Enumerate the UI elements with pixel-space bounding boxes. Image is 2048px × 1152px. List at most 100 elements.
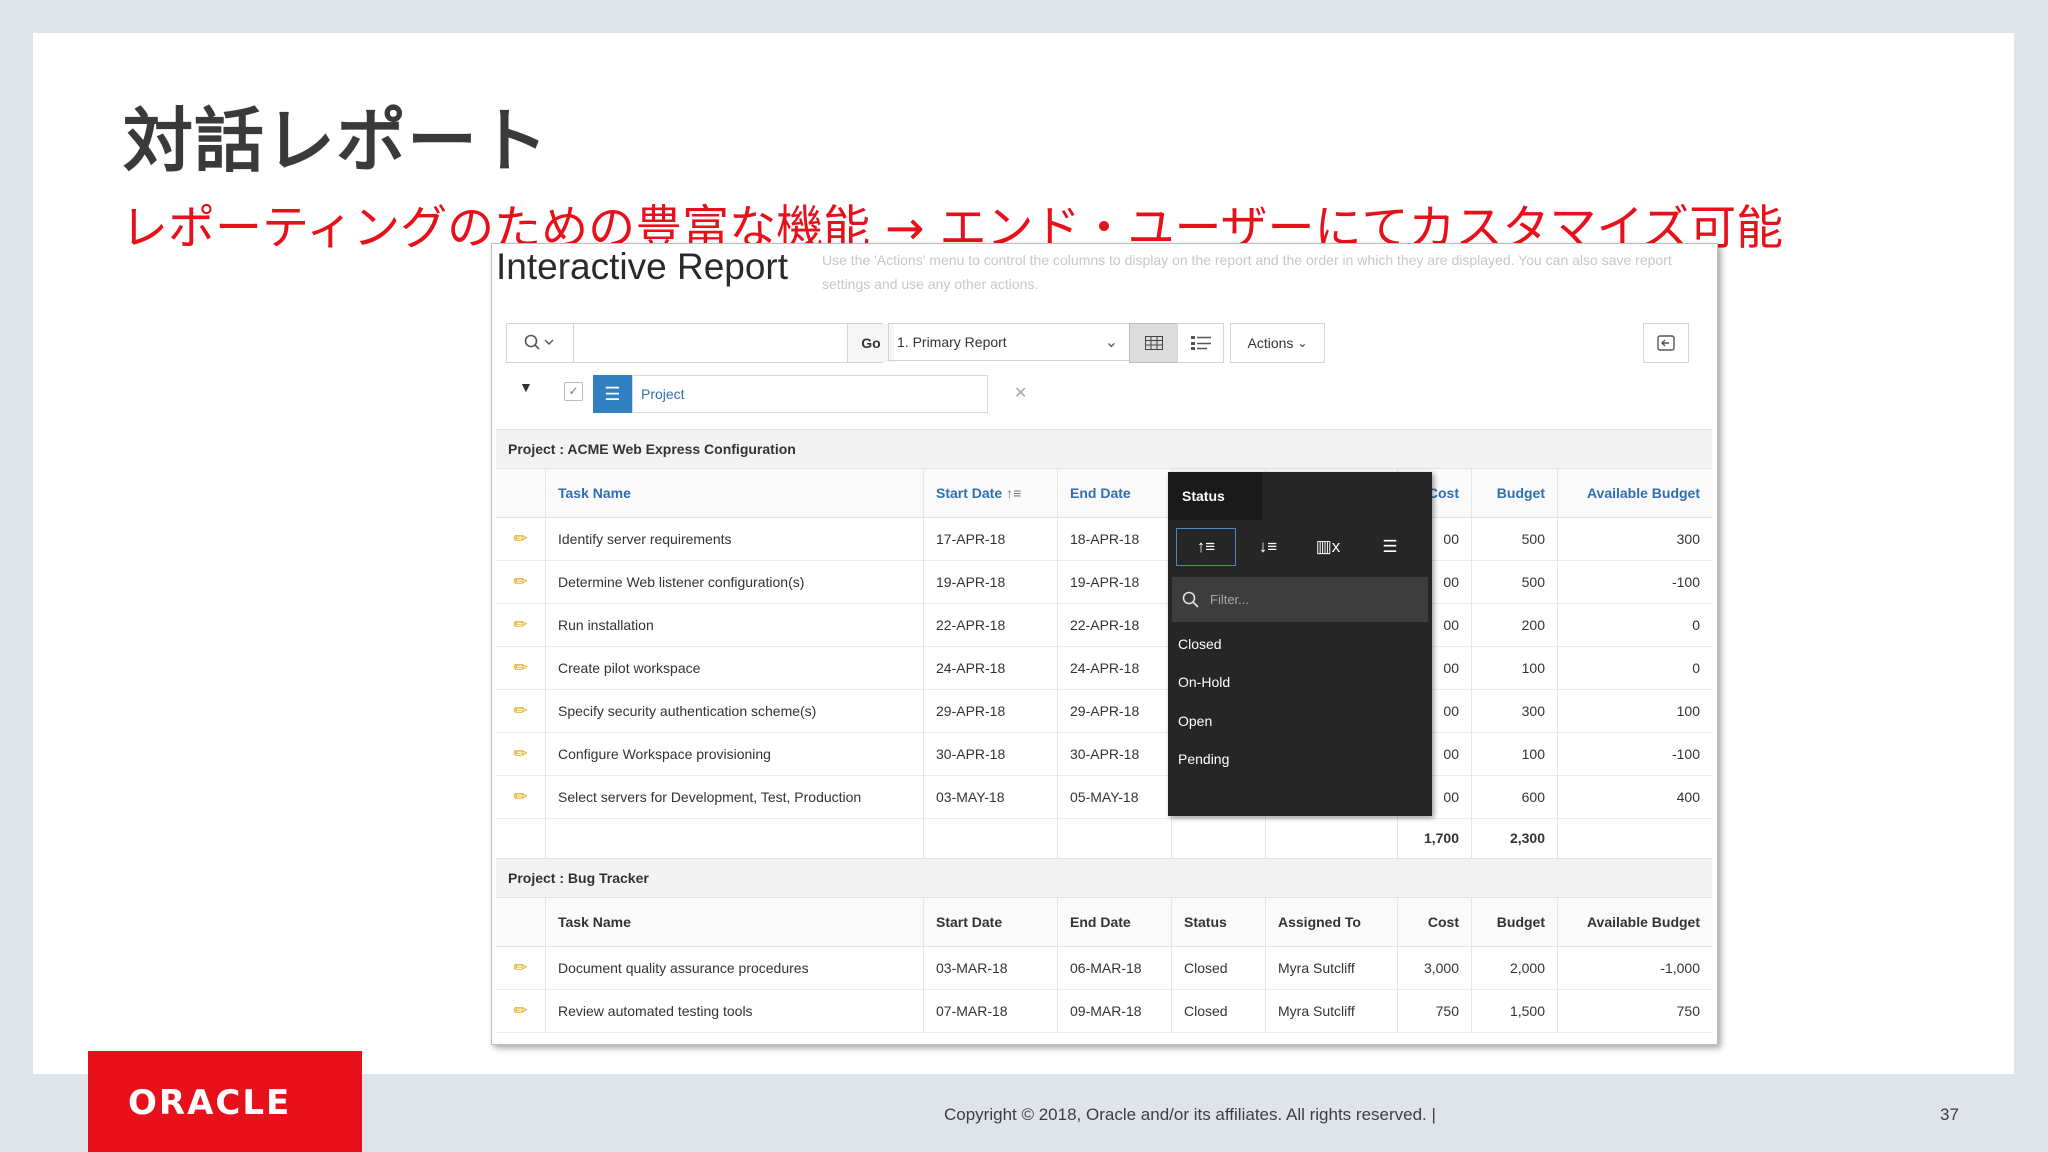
- cell-end: 24-APR-18: [1058, 646, 1172, 689]
- cell-task: Specify security authentication scheme(s…: [546, 689, 924, 732]
- actions-menu-button[interactable]: Actions ⌄: [1230, 323, 1325, 363]
- view-groupby-button[interactable]: [1177, 323, 1224, 363]
- column-header-end-date[interactable]: End Date: [1058, 898, 1172, 946]
- cell-available: 750: [1676, 1002, 1700, 1019]
- column-header-status[interactable]: Status: [1172, 898, 1266, 946]
- cell-available: -1,000: [1660, 959, 1700, 976]
- cell-start: 30-APR-18: [924, 732, 1058, 775]
- column-header-budget[interactable]: Budget: [1472, 469, 1558, 517]
- status-column-menu: Status ↑≡ ↓≡ ▥x ☰ Filter... Closed On-Ho…: [1168, 472, 1432, 816]
- column-header-budget[interactable]: Budget: [1472, 898, 1558, 946]
- status-filter-input[interactable]: Filter...: [1172, 577, 1428, 622]
- column-header-cost[interactable]: Cost: [1398, 898, 1472, 946]
- total-spacer: [924, 818, 1058, 858]
- cell-end: 18-APR-18: [1058, 517, 1172, 560]
- sort-ascending-icon: ↑≡: [1006, 485, 1022, 501]
- edit-pencil-icon[interactable]: ✏: [496, 989, 546, 1032]
- status-value-on-hold[interactable]: On-Hold: [1178, 674, 1230, 690]
- status-value-closed[interactable]: Closed: [1178, 636, 1222, 652]
- cell-start: 17-APR-18: [924, 517, 1058, 560]
- remove-control-break-icon[interactable]: ✕: [1014, 383, 1027, 403]
- control-break-label[interactable]: Project: [632, 375, 988, 413]
- table-row: ✏ Specify security authentication scheme…: [496, 689, 1712, 733]
- status-value-pending[interactable]: Pending: [1178, 751, 1229, 767]
- cell-cost: 750: [1398, 989, 1472, 1032]
- column-header-available-budget[interactable]: Available Budget: [1558, 469, 1712, 517]
- copyright-text: Copyright © 2018, Oracle and/or its affi…: [944, 1105, 1436, 1124]
- cell-start: 24-APR-18: [924, 646, 1058, 689]
- edit-pencil-icon[interactable]: ✏: [496, 775, 546, 818]
- total-spacer: [1058, 818, 1172, 858]
- table-row: ✏ Identify server requirements 17-APR-18…: [496, 517, 1712, 561]
- control-break-icon[interactable]: ☰: [1360, 528, 1420, 566]
- column-header-task-name[interactable]: Task Name: [546, 469, 924, 517]
- go-button[interactable]: Go: [847, 324, 894, 362]
- status-menu-header[interactable]: Status: [1168, 472, 1262, 520]
- cell-available: 400: [1676, 788, 1700, 805]
- edit-pencil-icon[interactable]: ✏: [496, 560, 546, 603]
- edit-pencil-icon[interactable]: ✏: [496, 946, 546, 989]
- edit-column-header: [496, 469, 546, 517]
- column-header-start-date[interactable]: Start Date: [924, 898, 1058, 946]
- group-by-icon: [1190, 336, 1211, 350]
- sort-descending-icon[interactable]: ↓≡: [1238, 528, 1298, 566]
- collapse-triangle-icon[interactable]: ▼: [519, 379, 533, 395]
- table-row: ✏ Select servers for Development, Test, …: [496, 775, 1712, 819]
- cell-budget: 300: [1472, 689, 1558, 732]
- interactive-report-screenshot: Use the 'Actions' menu to control the co…: [491, 243, 1718, 1045]
- cell-task: Determine Web listener configuration(s): [546, 560, 924, 603]
- total-spacer: [1558, 818, 1712, 858]
- total-spacer: [1266, 818, 1398, 858]
- cell-budget: 1,500: [1472, 989, 1558, 1032]
- cell-available: 300: [1676, 530, 1700, 547]
- column-header-start-date[interactable]: Start Date ↑≡: [924, 469, 1058, 517]
- cell-task: Select servers for Development, Test, Pr…: [546, 775, 924, 818]
- table-row: ✏ Review automated testing tools 07-MAR-…: [496, 989, 1712, 1033]
- table-row: ✏ Document quality assurance procedures …: [496, 946, 1712, 990]
- search-input[interactable]: Go: [506, 323, 894, 363]
- cell-end: 30-APR-18: [1058, 732, 1172, 775]
- cell-available: -100: [1671, 745, 1700, 762]
- reset-report-button[interactable]: [1643, 323, 1689, 363]
- column-header-task-name[interactable]: Task Name: [546, 898, 924, 946]
- edit-pencil-icon[interactable]: ✏: [496, 646, 546, 689]
- edit-pencil-icon[interactable]: ✏: [496, 689, 546, 732]
- status-menu-actions: ↑≡ ↓≡ ▥x ☰: [1168, 520, 1432, 577]
- cell-budget: 2,000: [1472, 946, 1558, 989]
- edit-column-header: [496, 898, 546, 946]
- edit-pencil-icon[interactable]: ✏: [496, 603, 546, 646]
- saved-report-select[interactable]: 1. Primary Report ⌄: [888, 323, 1131, 361]
- faded-help-text: Use the 'Actions' menu to control the co…: [822, 252, 1672, 292]
- saved-report-label: 1. Primary Report: [897, 334, 1007, 350]
- total-spacer: [546, 818, 924, 858]
- report-settings-row: ▼ ✓ ☰ Project ✕: [492, 369, 1717, 415]
- oracle-logo: ORACLE: [128, 1083, 292, 1123]
- slide-title: 対話レポート: [123, 100, 549, 182]
- search-column-select[interactable]: [507, 324, 574, 362]
- column-header-end-date[interactable]: End Date: [1058, 469, 1172, 517]
- table-header: Task Name Start Date↑≡ End Date Status A…: [496, 469, 1712, 518]
- column-header-assigned-to[interactable]: Assigned To: [1266, 898, 1398, 946]
- table-row: ✏ Create pilot workspace 24-APR-18 24-AP…: [496, 646, 1712, 690]
- view-report-button[interactable]: [1129, 323, 1179, 363]
- table-row: ✏ Configure Workspace provisioning 30-AP…: [496, 732, 1712, 776]
- cell-available: 0: [1692, 616, 1700, 633]
- edit-pencil-icon[interactable]: ✏: [496, 732, 546, 775]
- table-row: ✏ Run installation 22-APR-18 22-APR-18 0…: [496, 603, 1712, 647]
- totals-row: 1,700 2,300: [496, 818, 1712, 859]
- column-header-available-budget[interactable]: Available Budget: [1558, 898, 1712, 946]
- cell-start: 07-MAR-18: [924, 989, 1058, 1032]
- total-spacer: [496, 818, 546, 858]
- cell-end: 09-MAR-18: [1058, 989, 1172, 1032]
- status-value-open[interactable]: Open: [1178, 713, 1212, 729]
- cell-available: -100: [1671, 573, 1700, 590]
- sort-ascending-icon[interactable]: ↑≡: [1176, 528, 1236, 566]
- edit-pencil-icon[interactable]: ✏: [496, 517, 546, 560]
- cell-task: Document quality assurance procedures: [546, 946, 924, 989]
- enable-control-break-checkbox[interactable]: ✓: [564, 382, 583, 401]
- total-budget: 2,300: [1472, 818, 1558, 858]
- hide-column-icon[interactable]: ▥x: [1298, 528, 1358, 566]
- reset-icon: [1657, 335, 1675, 351]
- cell-end: 19-APR-18: [1058, 560, 1172, 603]
- cell-task: Run installation: [546, 603, 924, 646]
